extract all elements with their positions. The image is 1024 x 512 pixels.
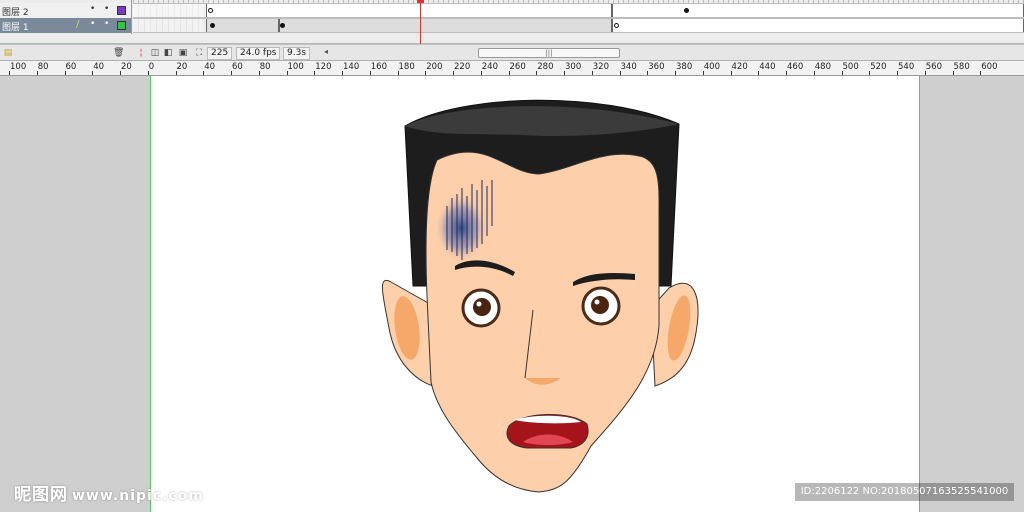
frame-grid[interactable] (133, 0, 1024, 34)
ruler-tick-label: 540 (898, 62, 915, 72)
watermark: 昵图网 www.nipic.com (14, 480, 204, 505)
layer-row-1[interactable]: 图层 1 / • • (0, 18, 131, 33)
pencil-icon: / (76, 19, 80, 30)
ruler-tick-label: 160 (370, 62, 387, 72)
ruler-tick-label: 400 (703, 62, 720, 72)
scroll-left-arrow-icon[interactable]: ◂ (324, 47, 328, 56)
keyframe-empty[interactable] (208, 8, 213, 13)
ruler-tick-label: 500 (842, 62, 859, 72)
ruler-tick-label: 100 (287, 62, 304, 72)
ruler-tick-label: 580 (953, 62, 970, 72)
ruler-tick-label: 200 (426, 62, 443, 72)
layer-name: 图层 1 (2, 23, 29, 33)
ruler-tick-label: 240 (481, 62, 498, 72)
center-frame-icon[interactable]: ¦ (136, 48, 146, 58)
ruler-tick-label: 320 (592, 62, 609, 72)
watermark-brand: 昵图网 (14, 485, 68, 505)
frame-span[interactable] (612, 19, 1024, 32)
right-eye-highlight (594, 299, 600, 305)
ruler-tick-label: 80 (37, 62, 49, 72)
ruler-tick-label: 0 (148, 62, 155, 72)
visibility-dot-icon[interactable]: • (90, 4, 95, 14)
frame-span[interactable] (279, 19, 612, 32)
ruler-tick-label: 220 (454, 62, 471, 72)
timeline-panel: 图层 2 • • 图层 1 / • • (0, 0, 1024, 44)
ruler-tick-label: 180 (398, 62, 415, 72)
ruler-tick-label: 460 (787, 62, 804, 72)
keyframe[interactable] (280, 23, 285, 28)
ruler-tick-label: 340 (620, 62, 637, 72)
ruler-tick-label: 140 (343, 62, 360, 72)
flash-editor: 图层 2 • • 图层 1 / • • ▤ 🗑 ¦ ◫ ◧ ▣ ⛶ 225 24… (0, 0, 1024, 512)
current-frame-readout: 225 (207, 47, 233, 60)
onion-skin-icon[interactable]: ◫ (150, 48, 160, 58)
image-id-strip: ID:2206122 NO:20180507163525541000 (795, 483, 1014, 501)
ruler-tick-label: 40 (93, 62, 105, 72)
lock-dot-icon[interactable]: • (104, 19, 109, 29)
bruise (435, 194, 487, 262)
frame-row-layer-1[interactable] (133, 18, 1024, 33)
visibility-dot-icon[interactable]: • (90, 19, 95, 29)
left-eye-pupil (473, 298, 491, 316)
edit-multiple-frames-icon[interactable]: ▣ (178, 48, 188, 58)
ruler-tick-label: 360 (648, 62, 665, 72)
ruler-tick-label: 560 (925, 62, 942, 72)
keyframe[interactable] (684, 8, 689, 13)
stage-canvas[interactable] (150, 76, 920, 512)
frame-span[interactable] (612, 4, 1024, 17)
ruler-tick-label: 20 (121, 62, 132, 72)
ruler-tick-label: 100 (10, 62, 27, 72)
cartoon-face-artwork[interactable] (151, 76, 921, 512)
lock-dot-icon[interactable]: • (104, 4, 109, 14)
ruler-tick-label: 60 (232, 62, 243, 72)
ruler-tick-label: 280 (537, 62, 554, 72)
watermark-url: www.nipic.com (72, 488, 204, 504)
frame-span[interactable] (206, 19, 279, 32)
modify-onion-markers-icon[interactable]: ⛶ (194, 48, 204, 58)
frame-span[interactable] (206, 4, 612, 17)
trash-icon[interactable]: 🗑 (113, 48, 124, 58)
ruler-tick-label: 80 (259, 62, 271, 72)
ruler-tick-label: 120 (315, 62, 332, 72)
stage-ruler: 100 80 60 40 20 0 20 40 60 80 100 120 140 160 180 200 22… (0, 61, 1024, 76)
layer-row-2[interactable]: 图层 2 • • (0, 3, 131, 18)
frame-rate-readout[interactable]: 24.0 fps (236, 47, 281, 60)
keyframe[interactable] (210, 23, 215, 28)
ruler-tick-label: 440 (759, 62, 776, 72)
ruler-tick-label: 260 (509, 62, 526, 72)
right-eye-pupil (591, 296, 609, 314)
ruler-tick-label: 420 (731, 62, 748, 72)
ruler-tick-label: 520 (870, 62, 887, 72)
ruler-tick-label: 380 (676, 62, 693, 72)
ruler-tick-label: 300 (565, 62, 582, 72)
ruler-tick-label: 60 (65, 62, 77, 72)
workspace (0, 76, 1024, 512)
layer-outline-color-swatch[interactable] (117, 6, 126, 15)
timeline-horizontal-scrollbar[interactable]: ||| (478, 48, 620, 58)
layer-name: 图层 2 (2, 8, 29, 18)
ruler-tick-label: 600 (981, 62, 998, 72)
layer-outline-color-swatch[interactable] (117, 21, 126, 30)
playhead[interactable] (420, 0, 421, 44)
layer-list: 图层 2 • • 图层 1 / • • (0, 0, 132, 34)
timeline-status-bar: ▤ 🗑 ¦ ◫ ◧ ▣ ⛶ 225 24.0 fps 9.3s ◂ ||| (0, 44, 1024, 61)
left-eye-highlight (476, 301, 482, 307)
elapsed-time-readout: 9.3s (283, 47, 311, 60)
ruler-tick-label: 40 (204, 62, 216, 72)
onion-skin-outline-icon[interactable]: ◧ (163, 48, 173, 58)
frame-row-layer-2[interactable] (133, 3, 1024, 18)
keyframe-empty[interactable] (614, 23, 619, 28)
ruler-tick-label: 480 (814, 62, 831, 72)
ruler-tick-label: 20 (176, 62, 188, 72)
add-layer-icon[interactable]: ▤ (3, 48, 13, 58)
